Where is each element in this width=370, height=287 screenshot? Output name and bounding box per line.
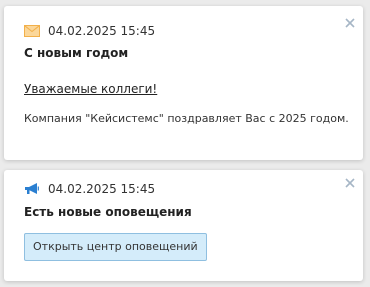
notification-header: 04.02.2025 15:45 <box>24 23 155 39</box>
megaphone-icon <box>24 181 40 197</box>
notification-timestamp: 04.02.2025 15:45 <box>48 182 156 196</box>
notification-title: Есть новые оповещения <box>24 205 192 219</box>
envelope-icon <box>24 23 40 39</box>
open-notification-center-button[interactable]: Открыть центр оповещений <box>24 233 207 261</box>
notification-header: 04.02.2025 15:45 <box>24 181 155 197</box>
notification-card-alerts: 04.02.2025 15:45 Есть новые оповещения О… <box>4 170 363 281</box>
close-icon[interactable] <box>343 15 357 29</box>
notification-body: Компания "Кейсистемс" поздравляет Вас с … <box>24 112 349 125</box>
notification-card-greeting: 04.02.2025 15:45 С новым годом Уважаемые… <box>4 6 363 160</box>
notification-title: С новым годом <box>24 46 129 60</box>
greeting-link[interactable]: Уважаемые коллеги! <box>24 81 157 97</box>
notification-timestamp: 04.02.2025 15:45 <box>48 24 156 38</box>
close-icon[interactable] <box>343 175 357 189</box>
